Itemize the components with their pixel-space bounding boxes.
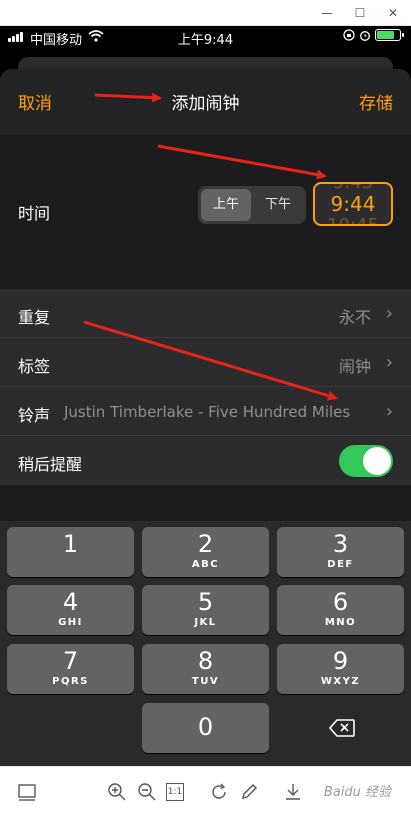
window-titlebar: — ☐ ✕: [0, 0, 411, 26]
minimize-button[interactable]: —: [318, 4, 336, 22]
add-alarm-sheet: 取消 添加闹钟 存储 时间 上午 下午 9:43 9:44 10:45 重复 永…: [0, 69, 411, 766]
key-2[interactable]: 2 ABC: [142, 527, 269, 577]
zoom-out-icon[interactable]: [136, 781, 158, 803]
baidu-watermark: Baidu 经验: [323, 785, 391, 800]
alarm-options-list: 重复 永不 › 标签 闹钟 › 铃声 Justin Timberlake - F…: [0, 289, 411, 485]
maximize-button[interactable]: ☐: [351, 4, 369, 22]
key-letters: WXYZ: [320, 676, 361, 687]
key-9[interactable]: 9 WXYZ: [277, 644, 404, 694]
key-number: 6: [332, 588, 349, 616]
status-bar: 中国移动 上午9:44: [0, 26, 411, 48]
actual-size-button[interactable]: 1:1: [166, 783, 184, 801]
am-segment[interactable]: 上午: [201, 189, 251, 221]
snooze-label: 稍后提醒: [18, 455, 83, 474]
viewer-toolbar: 1:1 Baidu 经验: [0, 766, 411, 817]
snooze-toggle[interactable]: [339, 445, 393, 477]
chevron-right-icon: ›: [385, 303, 393, 324]
phone-screen: 中国移动 上午9:44 取消 添加闹钟 存储 时间 上午 下午 9:43 9:4…: [0, 26, 411, 766]
key-1[interactable]: 1: [7, 527, 134, 577]
pm-segment[interactable]: 下午: [253, 189, 303, 221]
key-letters: JKL: [194, 617, 217, 628]
repeat-value: 永不: [338, 308, 371, 327]
key-number: 2: [197, 530, 214, 558]
toggle-knob: [363, 447, 391, 475]
key-letters: TUV: [191, 676, 220, 687]
key-letters: ABC: [191, 559, 220, 570]
repeat-row[interactable]: 重复 永不 ›: [0, 289, 411, 338]
panel-icon[interactable]: [16, 781, 38, 803]
label-value: 闹钟: [338, 357, 371, 376]
key-number: 5: [197, 588, 214, 616]
repeat-label: 重复: [18, 308, 51, 327]
key-number: 8: [197, 647, 214, 675]
sound-row[interactable]: 铃声 Justin Timberlake - Five Hundred Mile…: [0, 387, 411, 436]
backspace-icon: [329, 719, 355, 737]
key-number: 0: [197, 713, 214, 741]
edit-icon[interactable]: [238, 781, 260, 803]
key-3[interactable]: 3 DEF: [277, 527, 404, 577]
key-6[interactable]: 6 MNO: [277, 585, 404, 635]
time-input[interactable]: 9:43 9:44 10:45: [313, 182, 393, 226]
page-title: 添加闹钟: [171, 94, 240, 114]
am-pm-segmented-control: 上午 下午: [198, 186, 306, 224]
key-4[interactable]: 4 GHI: [7, 585, 134, 635]
chevron-right-icon: ›: [385, 352, 393, 373]
delete-key[interactable]: [277, 703, 404, 753]
download-icon[interactable]: [282, 781, 304, 803]
key-8[interactable]: 8 TUV: [142, 644, 269, 694]
time-label: 时间: [18, 204, 51, 223]
key-7[interactable]: 7 PQRS: [7, 644, 134, 694]
sound-value: Justin Timberlake - Five Hundred Miles: [64, 403, 351, 421]
number-keypad: 1 2 ABC 3 DEF 4 GHI 5 JKL 6 MNO 7 PQRS 8 TUV 9W…: [0, 521, 411, 766]
key-letters: PQRS: [52, 676, 89, 687]
key-letters: MNO: [324, 617, 357, 628]
time-next: 10:45: [327, 215, 379, 226]
key-letters: DEF: [327, 559, 354, 570]
time-row: 时间 上午 下午 9:43 9:44 10:45: [0, 133, 411, 277]
key-number: 3: [332, 530, 349, 558]
chevron-right-icon: ›: [385, 401, 393, 422]
snooze-row: 稍后提醒: [0, 436, 411, 485]
close-button[interactable]: ✕: [384, 4, 402, 22]
key-number: 7: [62, 647, 79, 675]
key-number: 1: [62, 530, 79, 558]
label-row[interactable]: 标签 闹钟 ›: [0, 338, 411, 387]
time-value: 9:44: [330, 192, 376, 216]
save-button[interactable]: 存储: [359, 89, 393, 114]
key-letters: GHI: [58, 617, 83, 628]
label-label: 标签: [18, 357, 51, 376]
orientation-lock-icon: [343, 29, 355, 41]
alarm-icon: [360, 31, 370, 41]
battery-icon: [375, 29, 404, 41]
key-number: 9: [332, 647, 349, 675]
nav-bar: 取消 添加闹钟 存储: [0, 69, 411, 133]
sound-label: 铃声: [18, 406, 51, 425]
key-number: 4: [62, 588, 79, 616]
key-5[interactable]: 5 JKL: [142, 585, 269, 635]
rotate-icon[interactable]: [208, 781, 230, 803]
key-0[interactable]: 0: [142, 703, 269, 753]
zoom-in-icon[interactable]: [106, 781, 128, 803]
